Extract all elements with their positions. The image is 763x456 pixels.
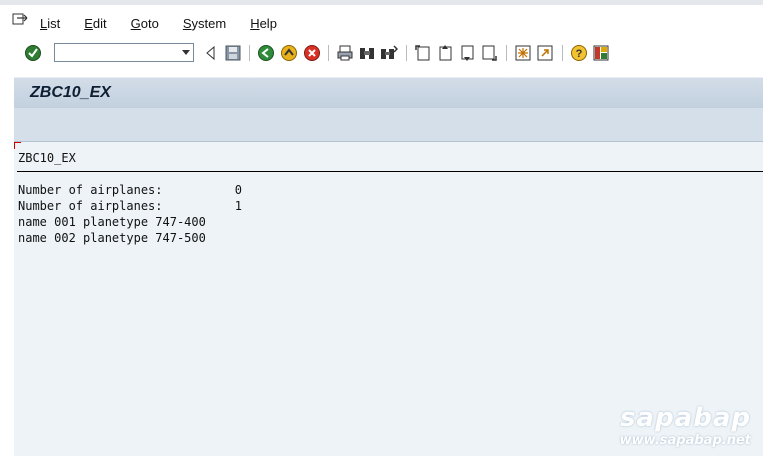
next-page-icon[interactable] [458, 44, 476, 62]
back-arrow-icon[interactable] [202, 44, 220, 62]
system-toolbar: ? [0, 38, 763, 68]
menu-bar: List Edit Goto System Help [0, 0, 763, 38]
help-icon[interactable]: ? [570, 44, 588, 62]
toolbar-separator [562, 45, 563, 61]
page-title: ZBC10_EX [30, 84, 111, 101]
command-dropdown-icon[interactable] [182, 50, 190, 55]
find-next-icon[interactable] [380, 44, 398, 62]
menu-item-list[interactable]: List [40, 16, 60, 31]
header-divider [17, 171, 763, 172]
back-icon[interactable] [257, 44, 275, 62]
svg-text:?: ? [576, 48, 583, 60]
menu-icon[interactable] [12, 13, 28, 27]
find-icon[interactable] [358, 44, 376, 62]
list-output-area: ZBC10_EX Number of airplanes: 0 Number o… [14, 142, 763, 456]
create-session-icon[interactable] [514, 44, 532, 62]
cancel-icon[interactable] [303, 44, 321, 62]
print-icon[interactable] [336, 44, 354, 62]
shortcut-icon[interactable] [536, 44, 554, 62]
enter-icon[interactable] [24, 44, 42, 62]
list-line[interactable]: Number of airplanes: 1 [18, 199, 242, 213]
first-page-icon[interactable] [414, 44, 432, 62]
exit-icon[interactable] [280, 44, 298, 62]
watermark-logo: sapabap [620, 403, 751, 433]
list-line[interactable]: name 002 planetype 747-500 [18, 231, 206, 245]
list-line[interactable]: Number of airplanes: 0 [18, 183, 242, 197]
watermark: sapabap www.sapabap.net [620, 403, 751, 448]
application-toolbar [14, 108, 763, 142]
menu-item-help[interactable]: Help [250, 16, 277, 31]
previous-page-icon[interactable] [436, 44, 454, 62]
toolbar-separator [406, 45, 407, 61]
list-header: ZBC10_EX [18, 151, 76, 165]
save-icon[interactable] [224, 44, 242, 62]
title-bar: ZBC10_EX [14, 77, 763, 108]
command-field[interactable] [54, 43, 194, 62]
menu-item-system[interactable]: System [183, 16, 226, 31]
watermark-url: www.sapabap.net [619, 433, 751, 448]
toolbar-separator [328, 45, 329, 61]
last-page-icon[interactable] [480, 44, 498, 62]
menu-item-goto[interactable]: Goto [131, 16, 159, 31]
left-margin [0, 68, 14, 456]
toolbar-separator [249, 45, 250, 61]
customize-layout-icon[interactable] [592, 44, 610, 62]
toolbar-separator [506, 45, 507, 61]
list-line[interactable]: name 001 planetype 747-400 [18, 215, 206, 229]
menu-item-edit[interactable]: Edit [84, 16, 106, 31]
cursor-marker [14, 142, 21, 149]
